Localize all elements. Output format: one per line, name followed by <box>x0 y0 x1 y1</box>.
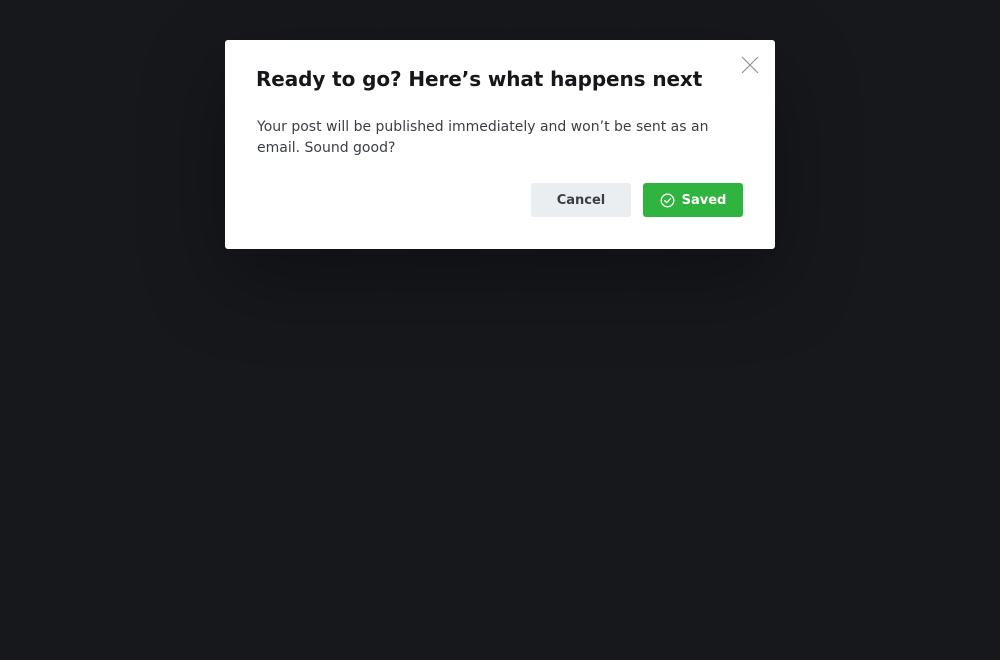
cancel-button-label: Cancel <box>556 192 606 208</box>
check-circle-icon <box>660 193 675 208</box>
close-icon <box>740 55 760 75</box>
modal-body-text: Your post will be published immediately … <box>257 119 709 156</box>
saved-button-label: Saved <box>681 192 727 208</box>
modal-title: Ready to go? Here’s what happens next <box>256 67 703 91</box>
saved-button[interactable]: Saved <box>643 183 743 217</box>
publish-confirm-modal: Ready to go? Here’s what happens next Yo… <box>225 40 775 249</box>
close-button[interactable] <box>740 55 760 75</box>
cancel-button[interactable]: Cancel <box>531 183 631 217</box>
